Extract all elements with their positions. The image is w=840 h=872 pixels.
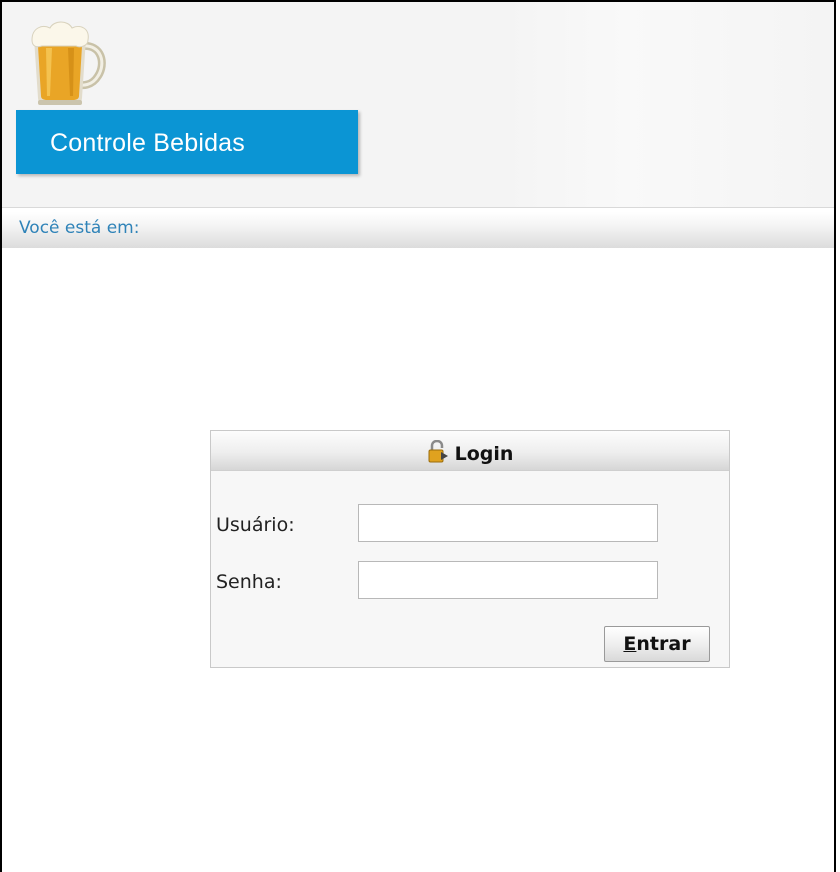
breadcrumb-label: Você está em: (19, 218, 140, 238)
breadcrumb: Você está em: (2, 212, 834, 248)
submit-label-rest: ntrar (636, 633, 691, 655)
username-input[interactable] (358, 504, 658, 542)
header-divider (2, 207, 834, 208)
login-title: Login (454, 443, 514, 465)
login-panel: Login Usuário: Senha: Entrar (210, 430, 730, 668)
login-title-wrap: Login (211, 431, 729, 471)
page-header: Controle Bebidas (2, 2, 834, 207)
brand-banner[interactable]: Controle Bebidas (16, 110, 358, 174)
beer-mug-icon[interactable] (20, 16, 110, 106)
login-panel-header: Login (211, 431, 729, 471)
login-submit-button[interactable]: Entrar (604, 626, 710, 662)
password-input[interactable] (358, 561, 658, 599)
browser-frame: Controle Bebidas Você está em: Login Usu… (0, 0, 836, 872)
password-label: Senha: (216, 571, 282, 593)
submit-accesskey: E (623, 633, 637, 655)
username-label: Usuário: (216, 514, 295, 536)
brand-title: Controle Bebidas (50, 129, 245, 157)
lock-icon (428, 440, 448, 463)
